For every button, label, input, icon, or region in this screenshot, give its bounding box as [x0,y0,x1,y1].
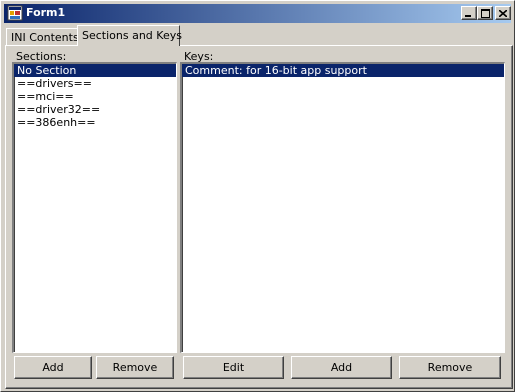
list-item[interactable]: ==mci== [14,90,176,103]
list-item[interactable]: ==drivers== [14,77,176,90]
remove-section-button[interactable]: Remove [96,356,174,379]
minimize-button[interactable] [461,6,477,20]
add-key-button[interactable]: Add [291,356,392,379]
main-window: Form1 INI Contents Sections and Keys Sec… [0,0,515,392]
window-title: Form1 [26,6,66,19]
title-bar[interactable]: Form1 [4,4,511,23]
edit-key-button[interactable]: Edit [183,356,284,379]
maximize-button[interactable] [477,6,493,20]
list-item[interactable]: No Section [14,64,176,77]
add-section-button[interactable]: Add [14,356,92,379]
minimize-icon [465,14,471,17]
app-icon [7,5,23,21]
tab-ini-contents[interactable]: INI Contents [6,28,79,45]
keys-listbox[interactable]: Comment: for 16-bit app support [180,62,505,353]
tab-sections-and-keys[interactable]: Sections and Keys [77,25,182,46]
close-icon [499,9,507,17]
list-item[interactable]: ==driver32== [14,103,176,116]
sections-listbox[interactable]: No Section ==drivers== ==mci== ==driver3… [12,62,177,353]
maximize-icon [480,8,490,18]
close-button[interactable] [495,6,511,20]
list-item[interactable]: ==386enh== [14,116,176,129]
list-item[interactable]: Comment: for 16-bit app support [182,64,504,77]
remove-key-button[interactable]: Remove [399,356,501,379]
